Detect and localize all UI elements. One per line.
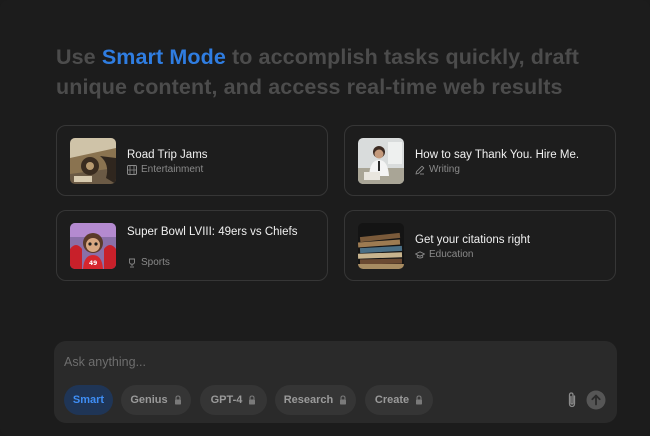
- arrow-up-icon: [586, 390, 606, 410]
- app-frame: Use Smart Mode to accomplish tasks quick…: [0, 0, 650, 436]
- send-button[interactable]: [586, 390, 606, 410]
- card-thumbnail: [70, 138, 116, 184]
- card-category-label: Entertainment: [141, 164, 204, 175]
- paperclip-icon: [568, 392, 576, 408]
- headline-accent: Smart Mode: [101, 45, 226, 69]
- mode-label: Create: [374, 394, 410, 406]
- trophy-icon: [129, 258, 135, 267]
- card-category: Sports: [127, 257, 170, 268]
- card-thumbnail: [358, 138, 404, 184]
- mode-label: Research: [283, 394, 334, 406]
- film-icon: [127, 164, 137, 175]
- suggestion-card-thank-you[interactable]: How to say Thank You. Hire Me. Writing: [344, 125, 616, 196]
- lock-icon: [416, 395, 423, 405]
- mode-label: Smart: [72, 394, 105, 406]
- mode-gpt4-button[interactable]: GPT-4: [200, 385, 267, 415]
- mode-label: Genius: [130, 394, 168, 406]
- card-title: Get your citations right: [415, 234, 531, 246]
- card-category-label: Writing: [429, 164, 460, 175]
- mode-genius-button[interactable]: Genius: [121, 385, 191, 415]
- pencil-icon: [415, 165, 425, 174]
- card-title: Super Bowl LVIII: 49ers vs Chiefs: [127, 226, 298, 238]
- suggestion-card-super-bowl[interactable]: 49 Super Bowl LVIII: 49ers vs Chiefs Spo…: [56, 210, 328, 281]
- card-title: Road Trip Jams: [127, 149, 208, 161]
- headline-prefix: Use: [56, 45, 102, 69]
- card-category-label: Sports: [141, 257, 170, 268]
- svg-text:49: 49: [89, 260, 97, 267]
- lock-icon: [174, 395, 181, 405]
- suggestion-card-road-trip[interactable]: Road Trip Jams Entertainment: [56, 125, 328, 196]
- graduation-cap-icon: [415, 250, 425, 258]
- card-title: How to say Thank You. Hire Me.: [415, 149, 580, 161]
- lock-icon: [340, 395, 347, 405]
- mode-label: GPT-4: [210, 394, 243, 406]
- card-thumbnail: [358, 223, 404, 269]
- mode-smart-button[interactable]: Smart: [64, 385, 113, 415]
- ask-input[interactable]: [64, 353, 544, 371]
- card-category-label: Education: [429, 249, 474, 260]
- mode-create-button[interactable]: Create: [365, 385, 433, 415]
- card-category: Entertainment: [127, 164, 203, 175]
- hero-headline: Use Smart Mode to accomplish tasks quick…: [56, 42, 616, 102]
- chat-composer: Smart Genius GPT-4 Research Create: [54, 341, 617, 423]
- mode-research-button[interactable]: Research: [275, 385, 356, 415]
- card-category: Writing: [415, 164, 460, 175]
- lock-icon: [249, 395, 256, 405]
- card-thumbnail: 49: [70, 223, 116, 269]
- attach-button[interactable]: [565, 391, 579, 409]
- suggestion-card-citations[interactable]: Get your citations right Education: [344, 210, 616, 281]
- card-category: Education: [415, 249, 473, 260]
